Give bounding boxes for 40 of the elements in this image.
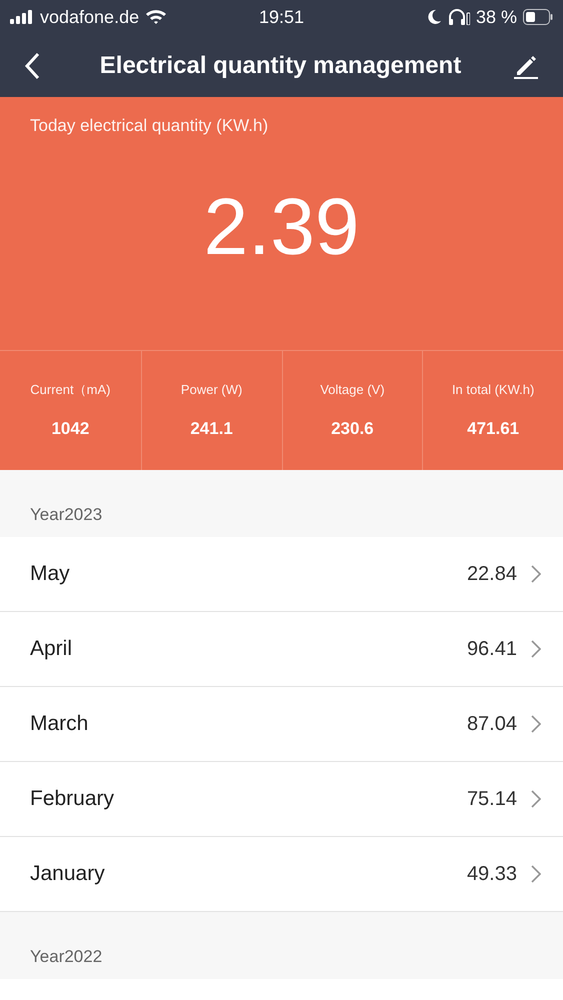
wifi-icon xyxy=(145,9,168,25)
month-row[interactable]: May 22.84 xyxy=(0,537,563,612)
month-value: 22.84 xyxy=(466,562,517,587)
month-name: March xyxy=(30,711,90,738)
stat-label: Power (W) xyxy=(180,381,242,399)
battery-icon xyxy=(523,9,553,25)
moon-icon xyxy=(426,9,442,25)
month-value: 87.04 xyxy=(466,712,517,737)
stat-value: 241.1 xyxy=(190,418,233,440)
battery-percent: 38 % xyxy=(476,6,517,28)
stat-value: 1042 xyxy=(51,418,90,440)
stat-label: In total (KW.h) xyxy=(452,381,534,399)
chevron-icon xyxy=(531,865,541,883)
year-header: Year2022 xyxy=(30,946,102,968)
month-value: 75.14 xyxy=(466,787,517,812)
carrier-name: vodafone.de xyxy=(40,6,140,28)
signal-icon xyxy=(10,10,34,24)
month-name: January xyxy=(30,861,106,888)
today-value: 2.39 xyxy=(202,186,360,266)
month-name: May xyxy=(30,561,71,588)
stat-value: 230.6 xyxy=(331,418,374,440)
chevron-icon xyxy=(531,715,541,733)
chevron-icon xyxy=(531,640,541,658)
clock-time: 19:51 xyxy=(258,6,306,28)
month-row[interactable]: March 87.04 xyxy=(0,687,563,762)
month-name: February xyxy=(30,786,116,812)
stat-label: Current（mA) xyxy=(30,381,110,399)
chevron-icon xyxy=(531,565,541,583)
month-value: 49.33 xyxy=(466,862,517,887)
stat-label: Voltage (V) xyxy=(320,381,385,399)
stat-value: 471.61 xyxy=(467,418,520,440)
today-label: Today electrical quantity (KW.h) xyxy=(30,115,270,137)
month-value: 96.41 xyxy=(466,637,517,662)
month-row[interactable]: February 75.14 xyxy=(0,762,563,837)
month-name: April xyxy=(30,636,74,662)
chevron-icon xyxy=(531,790,541,808)
headphones-icon xyxy=(448,9,470,25)
page-title: Electrical quantity management xyxy=(98,50,462,80)
year-header: Year2023 xyxy=(30,504,102,526)
month-row[interactable]: April 96.41 xyxy=(0,612,563,687)
